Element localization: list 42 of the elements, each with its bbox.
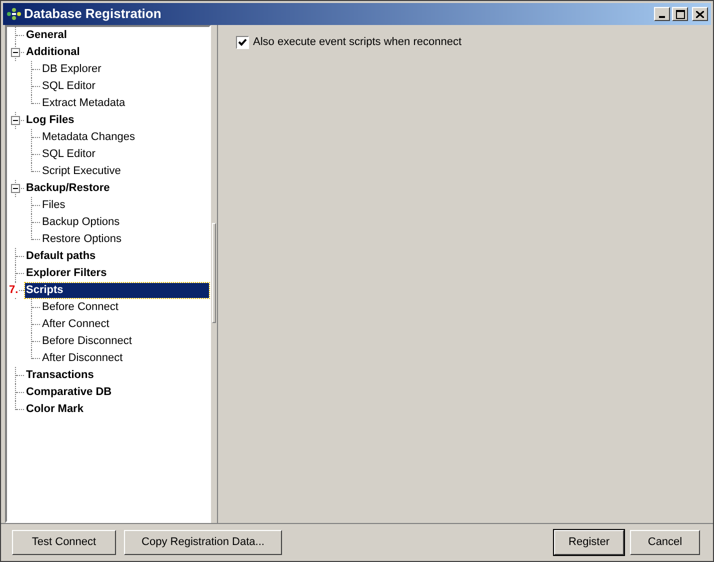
checkbox-label: Also execute event scripts when reconnect: [253, 35, 462, 50]
maximize-button[interactable]: [672, 7, 688, 21]
dialog-button[interactable]: Cancel: [630, 530, 700, 555]
collapse-icon[interactable]: [11, 48, 20, 57]
tree-item[interactable]: SQL Editor: [41, 147, 96, 162]
tree-item[interactable]: DB Explorer: [41, 62, 102, 77]
tree-item[interactable]: Explorer Filters: [25, 266, 108, 281]
tree-item[interactable]: Restore Options: [41, 232, 122, 247]
tree-item[interactable]: Script Executive: [41, 164, 122, 179]
collapse-icon[interactable]: [11, 116, 20, 125]
tree-item[interactable]: Extract Metadata: [41, 96, 126, 111]
action-button[interactable]: Copy Registration Data...: [124, 530, 282, 555]
tree-item[interactable]: Metadata Changes: [41, 130, 136, 145]
checkbox[interactable]: [236, 36, 249, 49]
minimize-icon: [659, 16, 665, 18]
collapse-icon[interactable]: [11, 184, 20, 193]
tree-item[interactable]: Files: [41, 198, 66, 213]
tree-item[interactable]: Backup Options: [41, 215, 121, 230]
minimize-button[interactable]: [654, 7, 670, 21]
dialog-button[interactable]: Register: [554, 530, 624, 555]
tree-item[interactable]: Comparative DB: [25, 385, 113, 400]
tree-item[interactable]: After Connect: [41, 317, 110, 332]
tree-item[interactable]: Before Connect: [41, 300, 120, 315]
maximize-icon: [676, 10, 684, 18]
tree-item[interactable]: Color Mark: [25, 402, 84, 417]
close-icon: [696, 10, 704, 18]
tree-item[interactable]: Before Disconnect: [41, 334, 133, 349]
close-button[interactable]: [692, 7, 708, 21]
annotation-number: 7.: [9, 283, 18, 297]
tree-item[interactable]: Log Files: [25, 113, 76, 128]
window-title: Database Registration: [24, 5, 162, 24]
tree-item[interactable]: Backup/Restore: [25, 181, 111, 196]
splitter-handle[interactable]: [212, 223, 216, 323]
tree-item[interactable]: Transactions: [25, 368, 95, 383]
action-button[interactable]: Test Connect: [12, 530, 116, 555]
tree-item[interactable]: Additional: [25, 45, 81, 60]
tree-item[interactable]: Scripts: [25, 283, 209, 298]
app-icon: [6, 8, 22, 20]
tree-item[interactable]: SQL Editor: [41, 79, 96, 94]
tree-item[interactable]: General: [25, 28, 68, 43]
tree-item[interactable]: Default paths: [25, 249, 97, 264]
tree-item[interactable]: After Disconnect: [41, 351, 124, 366]
